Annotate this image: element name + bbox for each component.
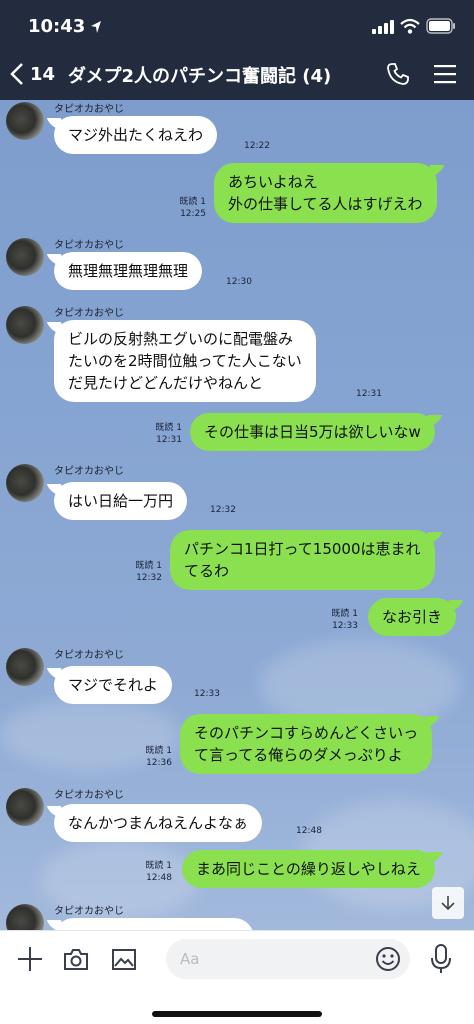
outgoing-message[interactable]: そのパチンコすらめんどくさいっ て言ってる俺らのダメっぷりよ bbox=[180, 714, 433, 774]
message-line: あちいよねえ bbox=[228, 173, 318, 191]
incoming-message[interactable]: 無理無理無理無理 bbox=[54, 252, 203, 290]
message-time: 12:32 bbox=[136, 573, 162, 583]
plus-icon[interactable] bbox=[16, 945, 44, 973]
sender-name: タピオカおやじ bbox=[54, 466, 124, 477]
message-line: マジでそれよ bbox=[68, 676, 159, 694]
home-indicator bbox=[152, 1011, 322, 1017]
input-bar bbox=[0, 930, 474, 1024]
message-line: てるわ bbox=[184, 562, 230, 580]
outgoing-message[interactable]: あちいよねえ 外の仕事してる人はすげえわ bbox=[214, 163, 437, 223]
sender-name: タピオカおやじ bbox=[54, 308, 124, 319]
message-line: その仕事は日当5万は欲しいなw bbox=[204, 423, 421, 441]
incoming-message[interactable]: はい日給一万円 bbox=[54, 482, 188, 520]
message-line: たいのを2時間位触ってた人こない bbox=[68, 352, 302, 370]
message-line: そのパチンコすらめんどくさいっ bbox=[194, 724, 419, 742]
message-line: 外の仕事してる人はすげえわ bbox=[228, 195, 423, 213]
avatar[interactable] bbox=[6, 306, 44, 344]
scroll-down-button[interactable] bbox=[432, 887, 464, 919]
sender-name: タピオカおやじ bbox=[54, 790, 124, 801]
outgoing-message[interactable]: なお引き bbox=[368, 598, 457, 636]
read-receipt: 既読 1 bbox=[145, 746, 172, 756]
phone-icon[interactable] bbox=[386, 62, 410, 86]
message-time: 12:22 bbox=[244, 141, 270, 151]
back-chevron-icon bbox=[10, 63, 23, 85]
avatar[interactable] bbox=[6, 904, 44, 930]
message-line: 無理無理無理無理 bbox=[68, 262, 189, 280]
status-bar: 10:43 bbox=[0, 14, 474, 42]
avatar[interactable] bbox=[6, 464, 44, 502]
message-time: 12:36 bbox=[146, 758, 172, 768]
incoming-message[interactable] bbox=[54, 918, 254, 930]
message-time: 12:48 bbox=[296, 826, 322, 836]
image-icon[interactable] bbox=[110, 945, 138, 973]
scroll-down-icon bbox=[441, 896, 455, 911]
message-line: ビルの反射熱エグいのに配電盤み bbox=[68, 330, 294, 348]
message-time: 12:48 bbox=[146, 873, 172, 883]
message-line: まあ同じことの繰り返しやしねえ bbox=[196, 860, 421, 878]
signal-icon bbox=[372, 20, 394, 34]
status-time: 10:43 bbox=[28, 16, 86, 37]
read-receipt: 既読 1 bbox=[155, 423, 182, 433]
avatar[interactable] bbox=[6, 102, 44, 140]
chat-area[interactable]: タピオカおやじ マジ外出たくねえわ 12:22 既読 1 12:25 あちいよね… bbox=[0, 100, 474, 930]
message-time: 12:33 bbox=[332, 621, 358, 631]
message-time: 12:25 bbox=[180, 209, 206, 219]
avatar[interactable] bbox=[6, 648, 44, 686]
message-line: だ見たけどどんだけやねんと bbox=[68, 374, 264, 392]
mic-icon[interactable] bbox=[428, 943, 454, 975]
sender-name: タピオカおやじ bbox=[54, 240, 124, 251]
outgoing-message[interactable]: その仕事は日当5万は欲しいなw bbox=[190, 413, 435, 451]
sender-name: タピオカおやじ bbox=[54, 650, 124, 661]
message-time: 12:31 bbox=[356, 389, 382, 399]
incoming-message[interactable]: マジ外出たくねえわ bbox=[54, 116, 218, 154]
nav-bar: 14 ダメプ2人のパチンコ奮闘記 (4) bbox=[0, 52, 474, 96]
chat-title: ダメプ2人のパチンコ奮闘記 (4) bbox=[68, 66, 332, 87]
camera-icon[interactable] bbox=[62, 945, 90, 973]
message-time: 12:32 bbox=[210, 505, 236, 515]
read-receipt: 既読 1 bbox=[135, 561, 162, 571]
incoming-message[interactable]: マジでそれよ bbox=[54, 666, 173, 704]
outgoing-message[interactable]: パチンコ1日打って15000は恵まれ てるわ bbox=[170, 530, 435, 590]
sender-name: タピオカおやじ bbox=[54, 104, 124, 115]
message-line: なお引き bbox=[382, 608, 443, 626]
message-time: 12:33 bbox=[194, 689, 220, 699]
unread-count: 14 bbox=[30, 63, 56, 85]
wifi-icon bbox=[400, 18, 420, 34]
incoming-message[interactable]: なんかつまんねえんよなぁ bbox=[54, 804, 263, 842]
message-line: マジ外出たくねえわ bbox=[68, 126, 204, 144]
chat-header: 10:43 14 ダメプ2人のパチンコ奮闘記 (4) bbox=[0, 0, 474, 100]
back-button[interactable]: 14 bbox=[10, 60, 55, 88]
incoming-message[interactable]: ビルの反射熱エグいのに配電盤み たいのを2時間位触ってた人こない だ見たけどどん… bbox=[54, 320, 316, 402]
message-line: パチンコ1日打って15000は恵まれ bbox=[184, 540, 421, 558]
avatar[interactable] bbox=[6, 788, 44, 826]
read-receipt: 既読 1 bbox=[331, 609, 358, 619]
location-arrow-icon bbox=[91, 21, 101, 33]
sender-name: タピオカおやじ bbox=[54, 906, 124, 917]
message-line: て言ってる俺らのダメっぷりよ bbox=[194, 746, 403, 764]
outgoing-message[interactable]: まあ同じことの繰り返しやしねえ bbox=[182, 850, 435, 888]
message-line: はい日給一万円 bbox=[68, 492, 174, 510]
emoji-icon[interactable] bbox=[374, 945, 402, 973]
read-receipt: 既読 1 bbox=[145, 861, 172, 871]
avatar[interactable] bbox=[6, 238, 44, 276]
read-receipt: 既読 1 bbox=[179, 197, 206, 207]
message-time: 12:31 bbox=[156, 435, 182, 445]
battery-icon bbox=[426, 18, 455, 34]
menu-icon[interactable] bbox=[434, 64, 456, 84]
message-time: 12:30 bbox=[226, 277, 252, 287]
message-line: なんかつまんねえんよなぁ bbox=[68, 814, 249, 832]
